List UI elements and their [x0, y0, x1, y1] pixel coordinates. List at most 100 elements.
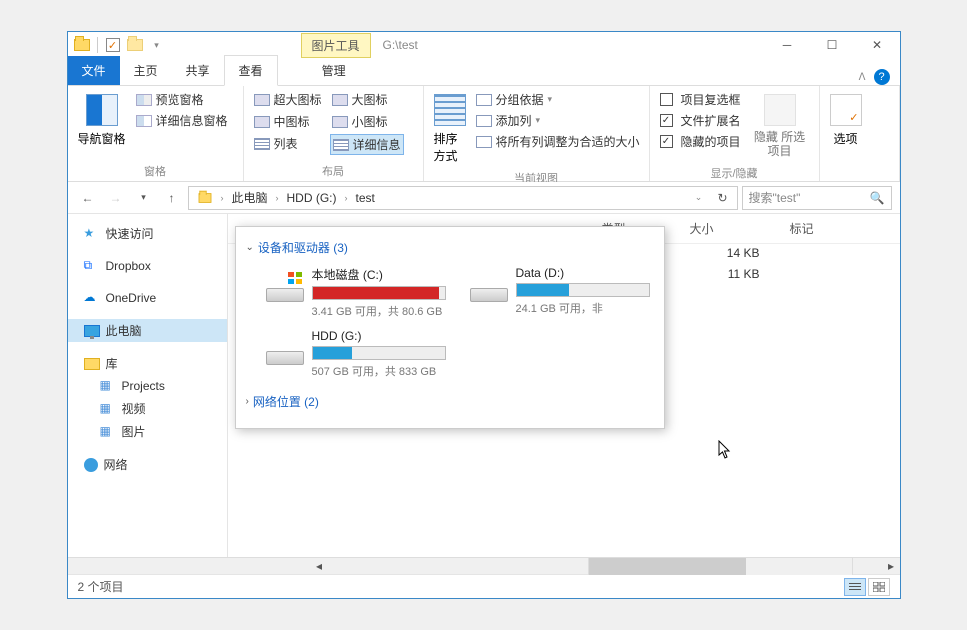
- preview-pane-button[interactable]: 预览窗格: [134, 90, 230, 109]
- window-title: G:\test: [383, 38, 418, 52]
- drive-name: HDD (G:): [312, 329, 446, 343]
- network-section-header[interactable]: › 网络位置 (2): [246, 389, 654, 414]
- layout-large[interactable]: 大图标: [330, 90, 404, 109]
- new-folder-icon[interactable]: [125, 35, 145, 55]
- navigation-pane-button[interactable]: 导航窗格: [76, 90, 128, 161]
- separator: [97, 37, 98, 53]
- cursor-icon: [718, 440, 732, 460]
- crumb-drive[interactable]: HDD (G:): [281, 189, 343, 207]
- tab-home[interactable]: 主页: [120, 56, 172, 85]
- tree-pictures[interactable]: ▦图片: [68, 420, 227, 443]
- crumb-this-pc[interactable]: 此电脑: [226, 187, 274, 208]
- layout-small[interactable]: 小图标: [330, 112, 404, 131]
- drive-icon: [266, 272, 304, 302]
- hidden-items-toggle[interactable]: 隐藏的项目: [658, 132, 743, 151]
- tree-network[interactable]: 网络: [68, 453, 227, 476]
- minimize-button[interactable]: ─: [765, 32, 810, 58]
- add-columns-button[interactable]: 添加列 ▾: [474, 111, 642, 130]
- search-input[interactable]: 搜索"test" 🔍: [742, 186, 892, 210]
- status-bar: 2 个项目: [68, 574, 900, 598]
- drive-item[interactable]: 本地磁盘 (C:) 3.41 GB 可用，共 80.6 GB: [266, 266, 446, 319]
- size-all-columns-button[interactable]: 将所有列调整为合适的大小: [474, 132, 642, 151]
- drives-tooltip: ⌄ 设备和驱动器 (3) 本地磁盘 (C:) 3.41 GB 可用，共 80.6…: [235, 226, 665, 429]
- drive-usage-text: 507 GB 可用，共 833 GB: [312, 363, 446, 379]
- recent-dropdown[interactable]: ▾: [132, 186, 156, 210]
- tab-manage[interactable]: 管理: [308, 56, 360, 85]
- col-size[interactable]: 大小: [690, 220, 790, 237]
- back-button[interactable]: ←: [76, 186, 100, 210]
- drive-usage-text: 3.41 GB 可用，共 80.6 GB: [312, 303, 446, 319]
- drive-name: 本地磁盘 (C:): [312, 266, 446, 283]
- usage-bar: [312, 286, 446, 300]
- chevron-right-icon[interactable]: ›: [219, 193, 226, 203]
- nav-pane-label: 导航窗格: [78, 130, 126, 147]
- tab-share[interactable]: 共享: [172, 56, 224, 85]
- group-layout-label: 布局: [252, 161, 415, 179]
- tree-onedrive[interactable]: ☁OneDrive: [68, 287, 227, 309]
- chevron-right-icon[interactable]: ›: [274, 193, 281, 203]
- address-folder-icon[interactable]: [191, 190, 219, 206]
- ribbon: 导航窗格 预览窗格 详细信息窗格 窗格 超大图标 中图标 列表 大图标 小图标: [68, 86, 900, 182]
- drive-item[interactable]: Data (D:) 24.1 GB 可用，非: [470, 266, 650, 319]
- item-checkboxes-toggle[interactable]: 项目复选框: [658, 90, 743, 109]
- chevron-right-icon[interactable]: ›: [343, 193, 350, 203]
- options-button[interactable]: ✓ 选项: [828, 90, 864, 165]
- search-icon[interactable]: 🔍: [870, 191, 885, 205]
- tab-view[interactable]: 查看: [224, 55, 278, 86]
- titlebar: ✓ ▾ 图片工具 G:\test ─ ☐ ✕: [68, 32, 900, 58]
- collapse-ribbon-button[interactable]: ᐱ: [859, 72, 866, 83]
- devices-section-header[interactable]: ⌄ 设备和驱动器 (3): [246, 235, 654, 260]
- help-icon[interactable]: ?: [874, 69, 890, 85]
- tree-quick-access[interactable]: ★快速访问: [68, 222, 227, 245]
- ribbon-tabs: 文件 主页 共享 查看 管理 ᐱ ?: [68, 58, 900, 86]
- search-placeholder: 搜索"test": [749, 189, 801, 206]
- tree-projects[interactable]: ▦Projects: [68, 375, 227, 397]
- chevron-down-icon: ⌄: [246, 242, 254, 253]
- tree-dropbox[interactable]: ⧉Dropbox: [68, 255, 227, 277]
- item-count: 2 个项目: [78, 578, 124, 595]
- col-tags[interactable]: 标记: [790, 220, 890, 237]
- address-dropdown[interactable]: ⌄: [687, 186, 711, 210]
- address-bar[interactable]: › 此电脑 › HDD (G:) › test ⌄ ↻: [188, 186, 738, 210]
- usage-bar: [516, 283, 650, 297]
- hide-selected-button[interactable]: 隐藏 所选项目: [749, 90, 811, 163]
- drive-name: Data (D:): [516, 266, 650, 280]
- group-by-button[interactable]: 分组依据 ▾: [474, 90, 642, 109]
- refresh-button[interactable]: ↻: [711, 186, 735, 210]
- layout-extra-large[interactable]: 超大图标: [252, 90, 324, 109]
- navigation-tree[interactable]: ★快速访问 ⧉Dropbox ☁OneDrive 此电脑 库 ▦Projects…: [68, 214, 228, 557]
- context-tab-label: 图片工具: [301, 33, 371, 58]
- usage-bar: [312, 346, 446, 360]
- close-button[interactable]: ✕: [855, 32, 900, 58]
- drive-icon: [470, 272, 508, 302]
- group-panes-label: 窗格: [76, 161, 235, 179]
- horizontal-scrollbar[interactable]: ◂ ▸: [68, 557, 900, 574]
- tree-libraries[interactable]: 库: [68, 352, 227, 375]
- layout-details[interactable]: 详细信息: [330, 134, 404, 155]
- quick-access-toolbar: ✓ ▾: [68, 35, 171, 55]
- group-showhide-label: 显示/隐藏: [658, 163, 811, 181]
- details-view-button[interactable]: [844, 578, 866, 596]
- file-extensions-toggle[interactable]: 文件扩展名: [658, 111, 743, 130]
- drive-usage-text: 24.1 GB 可用，非: [516, 300, 650, 316]
- properties-icon[interactable]: ✓: [103, 35, 123, 55]
- folder-icon: [72, 35, 92, 55]
- qat-dropdown[interactable]: ▾: [147, 35, 167, 55]
- tree-videos[interactable]: ▦视频: [68, 397, 227, 420]
- up-button[interactable]: ↑: [160, 186, 184, 210]
- sort-by-button[interactable]: 排序方式: [432, 90, 468, 168]
- thumbnails-view-button[interactable]: [868, 578, 890, 596]
- explorer-window: ✓ ▾ 图片工具 G:\test ─ ☐ ✕ 文件 主页 共享 查看 管理 ᐱ …: [67, 31, 901, 599]
- drive-icon: [266, 335, 304, 365]
- navigation-bar: ← → ▾ ↑ › 此电脑 › HDD (G:) › test ⌄ ↻ 搜索"t…: [68, 182, 900, 214]
- maximize-button[interactable]: ☐: [810, 32, 855, 58]
- layout-list[interactable]: 列表: [252, 134, 324, 153]
- details-pane-button[interactable]: 详细信息窗格: [134, 111, 230, 130]
- layout-medium[interactable]: 中图标: [252, 112, 324, 131]
- forward-button[interactable]: →: [104, 186, 128, 210]
- chevron-right-icon: ›: [246, 396, 249, 407]
- tab-file[interactable]: 文件: [68, 56, 120, 85]
- crumb-folder[interactable]: test: [350, 189, 381, 207]
- tree-this-pc[interactable]: 此电脑: [68, 319, 227, 342]
- drive-item[interactable]: HDD (G:) 507 GB 可用，共 833 GB: [266, 329, 446, 379]
